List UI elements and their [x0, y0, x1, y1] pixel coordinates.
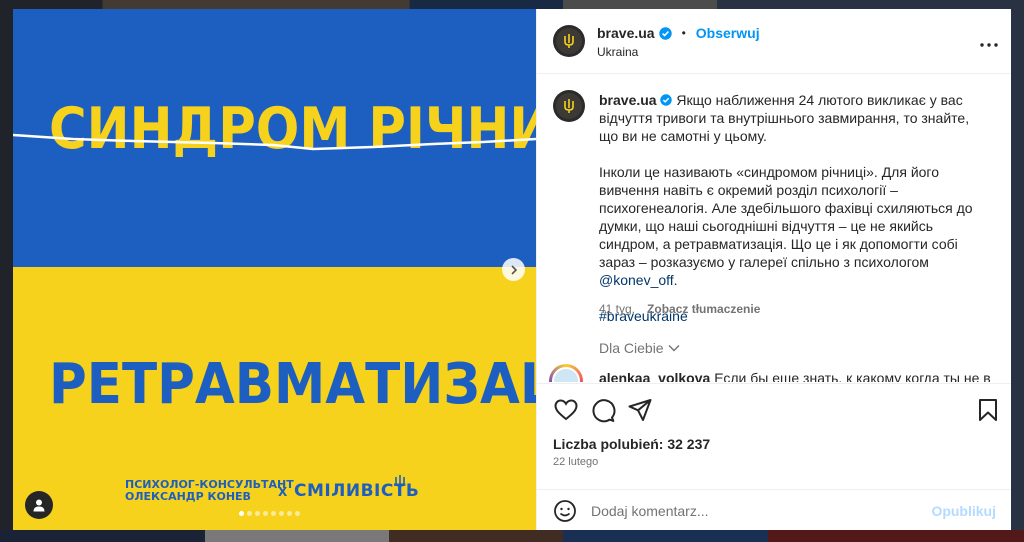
- carousel-indicator: [239, 511, 300, 516]
- post-image[interactable]: СИНДРОМ РІЧНИЦІ РЕТРАВМАТИЗАЦІЯ ПСИХОЛОГ…: [13, 9, 536, 530]
- credit-text: ПСИХОЛОГ-КОНСУЛЬТАНТ ОЛЕКСАНДР КОНЕВ: [125, 479, 294, 503]
- post-age: 41 tyg.: [599, 302, 636, 316]
- verified-badge-icon: [658, 26, 672, 40]
- comment-icon[interactable]: [590, 397, 616, 423]
- see-translation-button[interactable]: Zobacz tłumaczenie: [647, 302, 760, 316]
- bookmark-icon[interactable]: [975, 397, 1001, 423]
- user-icon: [33, 499, 45, 512]
- more-options-button[interactable]: [980, 31, 998, 52]
- heart-icon[interactable]: [553, 397, 579, 423]
- caption-meta: 41 tyg. Zobacz tłumaczenie: [599, 302, 760, 316]
- likes-count[interactable]: Liczba polubień: 32 237: [553, 436, 710, 452]
- follow-button[interactable]: Obserwuj: [696, 25, 760, 41]
- carousel-dot: [279, 511, 284, 516]
- post-caption: brave.ua Якщо наближення 24 лютого викли…: [599, 91, 989, 325]
- commenter-username[interactable]: alenkaa_volkova: [599, 370, 710, 382]
- post-actions: Liczba polubień: 32 237 22 lutego: [537, 383, 1011, 490]
- post-location[interactable]: Ukraina: [597, 45, 638, 59]
- share-icon[interactable]: [627, 397, 653, 423]
- carousel-dot: [239, 511, 244, 516]
- comment-item: alenkaa_volkova Если бы еще знать, к как…: [599, 370, 991, 382]
- post-header: brave.ua • Obserwuj Ukraina: [537, 9, 1011, 74]
- chevron-down-icon: [668, 345, 680, 352]
- post-modal: СИНДРОМ РІЧНИЦІ РЕТРАВМАТИЗАЦІЯ ПСИХОЛОГ…: [13, 9, 1011, 530]
- trident-icon: [395, 475, 405, 489]
- author-avatar[interactable]: [553, 25, 585, 57]
- carousel-dot: [255, 511, 260, 516]
- add-comment-bar: Opublikuj: [537, 489, 1011, 530]
- for-you-dropdown[interactable]: Dla Ciebie: [599, 340, 680, 356]
- mention-link[interactable]: @konev_off: [599, 272, 674, 288]
- carousel-dot: [295, 511, 300, 516]
- trident-icon: [564, 99, 574, 113]
- credit-x: Х: [278, 485, 288, 499]
- commenter-avatar[interactable]: [549, 364, 583, 382]
- page-backdrop-strip: [0, 530, 1024, 542]
- publish-button[interactable]: Opublikuj: [931, 503, 996, 519]
- tagged-users-button[interactable]: [25, 491, 53, 519]
- comments-section[interactable]: brave.ua Якщо наближення 24 лютого викли…: [537, 74, 1011, 382]
- headline-bottom: РЕТРАВМАТИЗАЦІЯ: [49, 352, 536, 417]
- chevron-right-icon: [510, 264, 517, 275]
- carousel-dot: [247, 511, 252, 516]
- author-row: brave.ua • Obserwuj: [597, 25, 760, 41]
- carousel-dot: [263, 511, 268, 516]
- caption-username[interactable]: brave.ua: [599, 92, 657, 108]
- verified-badge-icon: [660, 94, 673, 106]
- post-side-panel: brave.ua • Obserwuj Ukraina brave.ua Якщ…: [536, 9, 1011, 530]
- credit-line-2: ОЛЕКСАНДР КОНЕВ: [125, 490, 251, 503]
- carousel-next-button[interactable]: [502, 258, 525, 281]
- comment-text: Если бы еще знать, к какому когда ты не …: [714, 370, 991, 382]
- caption-author-avatar[interactable]: [553, 90, 585, 122]
- emoji-icon[interactable]: [553, 499, 577, 523]
- caption-paragraph-2-end: .: [673, 272, 678, 288]
- trident-icon: [564, 34, 574, 48]
- crack-line: [13, 133, 536, 151]
- post-date: 22 lutego: [553, 456, 599, 468]
- caption-paragraph-2: Інколи це називають «синдромом річниці».…: [599, 164, 973, 270]
- author-username[interactable]: brave.ua: [597, 25, 655, 41]
- carousel-dot: [287, 511, 292, 516]
- separator-dot: •: [681, 26, 686, 40]
- for-you-label: Dla Ciebie: [599, 340, 664, 356]
- comment-input[interactable]: [591, 500, 921, 522]
- more-horizontal-icon: [980, 43, 998, 47]
- carousel-dot: [271, 511, 276, 516]
